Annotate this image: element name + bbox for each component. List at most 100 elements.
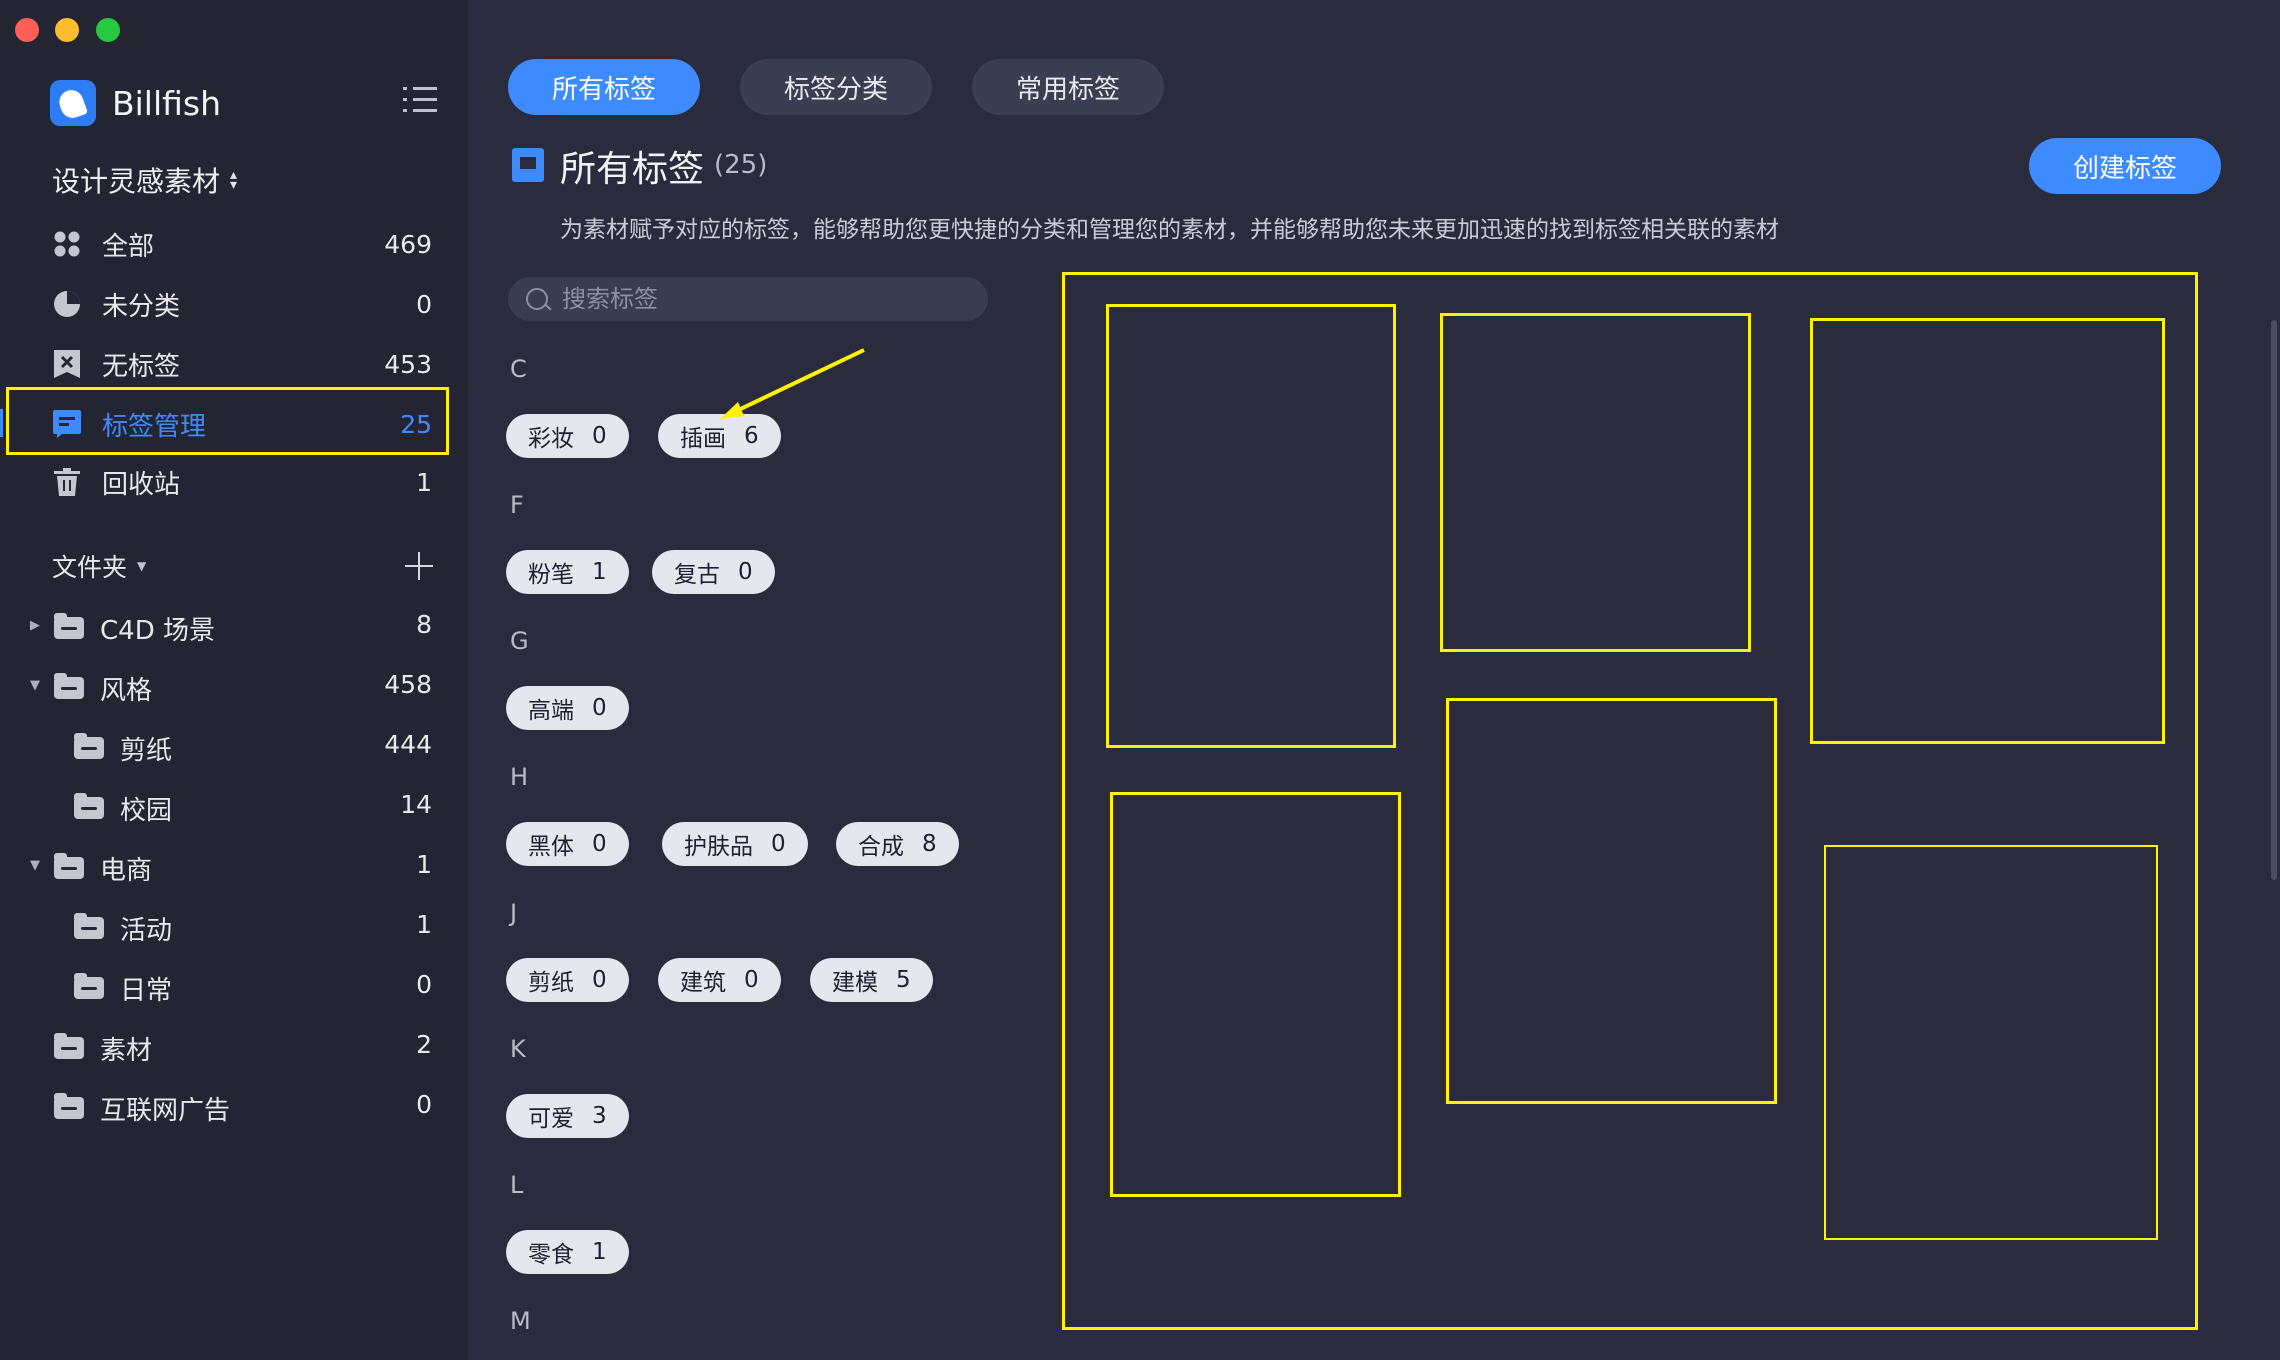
- tag-chip[interactable]: 护肤品 0: [662, 822, 808, 866]
- create-tag-button[interactable]: 创建标签: [2029, 138, 2221, 194]
- vertical-scrollbar[interactable]: [2271, 320, 2277, 880]
- tag-count: 0: [592, 967, 607, 993]
- caret-down-icon: ▼: [137, 559, 147, 573]
- tag-management-icon: [512, 148, 544, 182]
- tag-count: 1: [592, 559, 607, 585]
- folder-icon: [54, 853, 84, 879]
- group-letter: C: [510, 355, 527, 383]
- folder-icon: [54, 613, 84, 639]
- group-letter: F: [510, 491, 524, 519]
- tag-chip[interactable]: 高端 0: [506, 686, 629, 730]
- folder-label: 素材: [100, 1036, 153, 1066]
- folder-icon: [54, 673, 84, 699]
- annotation-box: [1810, 318, 2165, 744]
- folder-count: 0: [416, 970, 432, 999]
- tab-common-tags[interactable]: 常用标签: [972, 59, 1164, 115]
- folders-header[interactable]: 文件夹 ▼: [52, 548, 146, 584]
- folder-daily[interactable]: 日常 0: [0, 958, 468, 1014]
- tag-count: 0: [738, 559, 753, 585]
- folder-materials[interactable]: 素材 2: [0, 1018, 468, 1074]
- app-name: Billfish: [112, 83, 222, 123]
- tag-chip[interactable]: 合成 8: [836, 822, 959, 866]
- tag-name: 建筑: [680, 970, 726, 996]
- tag-chip[interactable]: 建筑 0: [658, 958, 781, 1002]
- folder-internet-ads[interactable]: 互联网广告 0: [0, 1078, 468, 1134]
- tag-count: 0: [592, 423, 607, 449]
- caret-right-icon[interactable]: ▶: [30, 618, 40, 633]
- tag-chip[interactable]: 剪纸 0: [506, 958, 629, 1002]
- annotation-box: [1446, 698, 1777, 1104]
- tag-chip[interactable]: 建模 5: [810, 958, 933, 1002]
- folder-count: 0: [416, 1090, 432, 1119]
- nav-label: 未分类: [102, 291, 181, 322]
- nav-label: 无标签: [102, 351, 181, 382]
- tag-name: 护肤品: [684, 834, 753, 860]
- search-input[interactable]: [562, 277, 962, 321]
- tab-tag-categories[interactable]: 标签分类: [740, 59, 932, 115]
- folder-c4d[interactable]: ▶ C4D 场景 8: [0, 598, 468, 654]
- tag-chip[interactable]: 彩妆 0: [506, 414, 629, 458]
- tag-count: 3: [592, 1103, 607, 1129]
- annotation-box: [1110, 792, 1401, 1197]
- group-letter: M: [510, 1307, 531, 1335]
- folder-label: 互联网广告: [100, 1096, 231, 1126]
- tag-search[interactable]: [508, 277, 988, 321]
- list-menu-icon[interactable]: [403, 85, 437, 115]
- folder-label: C4D 场景: [100, 616, 215, 646]
- tag-chip[interactable]: 黑体 0: [506, 822, 629, 866]
- tag-count: 0: [592, 831, 607, 857]
- page-title: 所有标签: [560, 149, 705, 190]
- caret-down-icon[interactable]: ▼: [30, 858, 40, 873]
- tag-name: 零食: [528, 1242, 574, 1268]
- zoom-window-button[interactable]: [96, 18, 120, 42]
- tag-name: 建模: [832, 970, 878, 996]
- search-icon: [526, 288, 548, 310]
- folder-label: 风格: [100, 676, 153, 706]
- group-letter: L: [510, 1171, 524, 1199]
- tag-chip[interactable]: 复古 0: [652, 550, 775, 594]
- tag-name: 黑体: [528, 834, 574, 860]
- annotation-box: [1824, 845, 2158, 1240]
- tag-chip[interactable]: 可爱 3: [506, 1094, 629, 1138]
- close-window-button[interactable]: [15, 18, 39, 42]
- annotation-box: [1440, 313, 1751, 652]
- folder-papercut[interactable]: 剪纸 444: [0, 718, 468, 774]
- group-letter: H: [510, 763, 529, 791]
- minimize-window-button[interactable]: [55, 18, 79, 42]
- tab-all-tags[interactable]: 所有标签: [508, 59, 700, 115]
- tag-chip[interactable]: 粉笔 1: [506, 550, 629, 594]
- folder-ecommerce[interactable]: ▼ 电商 1: [0, 838, 468, 894]
- nav-item-trash[interactable]: 回收站 1: [0, 454, 468, 510]
- tag-name: 合成: [858, 834, 904, 860]
- caret-down-icon[interactable]: ▼: [30, 678, 40, 693]
- tag-count: 5: [896, 967, 911, 993]
- page-description: 为素材赋予对应的标签，能够帮助您更快捷的分类和管理您的素材，并能够帮助您未来更加…: [560, 217, 1779, 243]
- folder-icon: [74, 733, 104, 759]
- tag-count: 1: [592, 1239, 607, 1265]
- sidebar: Billfish 设计灵感素材 ▴▾ 全部 469 未分类 0 无标签 453: [0, 0, 468, 1360]
- group-letter: J: [510, 899, 518, 927]
- folder-style[interactable]: ▼ 风格 458: [0, 658, 468, 714]
- folder-label: 电商: [100, 856, 153, 886]
- group-letter: K: [510, 1035, 526, 1063]
- add-folder-icon[interactable]: [405, 552, 433, 580]
- tag-name: 高端: [528, 698, 574, 724]
- tag-name: 剪纸: [528, 970, 574, 996]
- tag-chip[interactable]: 零食 1: [506, 1230, 629, 1274]
- grid-dots-icon: [52, 229, 82, 259]
- library-switcher[interactable]: 设计灵感素材 ▴ ▾: [52, 160, 237, 200]
- tag-count: (25): [714, 150, 768, 180]
- nav-label: 全部: [102, 231, 155, 262]
- folder-campus[interactable]: 校园 14: [0, 778, 468, 834]
- trash-icon: [52, 467, 82, 497]
- tag-name: 彩妆: [528, 426, 574, 452]
- folder-label: 剪纸: [120, 736, 173, 766]
- folder-events[interactable]: 活动 1: [0, 898, 468, 954]
- folder-icon: [74, 973, 104, 999]
- nav-item-all[interactable]: 全部 469: [0, 216, 468, 272]
- folder-icon: [54, 1033, 84, 1059]
- folder-count: 444: [384, 730, 432, 759]
- nav-count: 453: [384, 349, 432, 379]
- nav-item-uncategorized[interactable]: 未分类 0: [0, 276, 468, 332]
- nav-item-untagged[interactable]: 无标签 453: [0, 336, 468, 392]
